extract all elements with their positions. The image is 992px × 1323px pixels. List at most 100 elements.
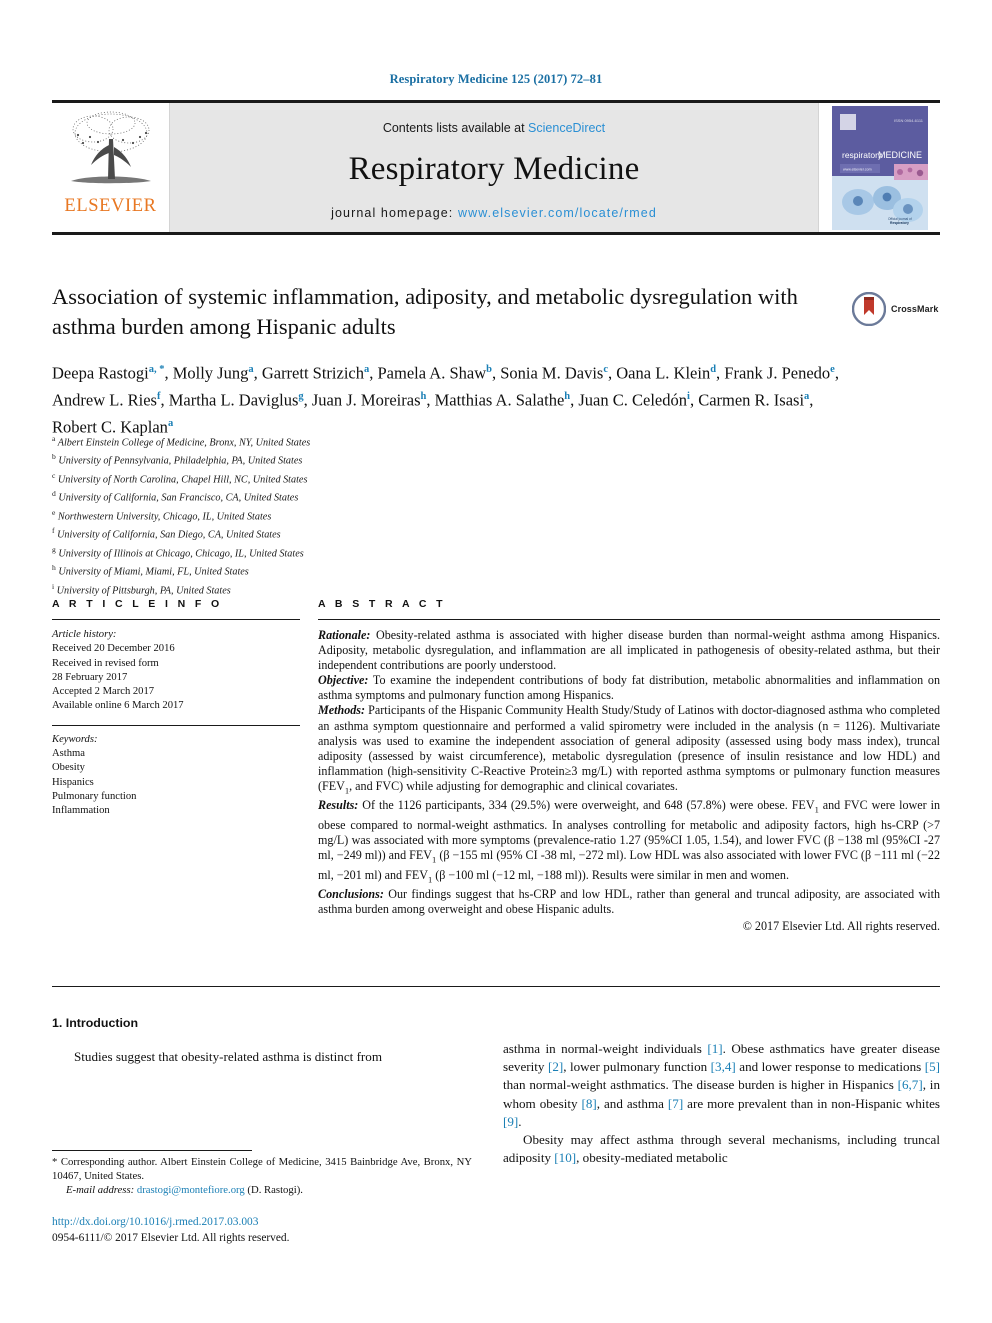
citation-ref[interactable]: [3,4] [711, 1059, 736, 1074]
masthead-center: Contents lists available at ScienceDirec… [170, 103, 818, 232]
affiliation-item: b University of Pennsylvania, Philadelph… [52, 452, 303, 467]
affiliation-item: c University of North Carolina, Chapel H… [52, 470, 308, 486]
affiliation-marker: f [52, 526, 55, 536]
author-affiliation-marker: a [248, 364, 254, 375]
citation-ref[interactable]: [2] [548, 1059, 563, 1074]
keyword-item: Obesity [52, 762, 85, 774]
keywords-rule [52, 724, 300, 726]
author-name: Juan C. Celedón [578, 390, 688, 410]
contents-prefix: Contents lists available at [382, 121, 529, 135]
abstract-column: A B S T R A C T Rationale: Obesity-relat… [318, 598, 940, 934]
affiliation-item: d University of California, San Francisc… [52, 489, 299, 504]
citation-ref[interactable]: [6,7] [898, 1077, 923, 1092]
issn-copyright-line: 0954-6111/© 2017 Elsevier Ltd. All right… [52, 1232, 290, 1244]
journal-cover-image: ISSN 0954-6111 respiratory MEDICINE www.… [831, 105, 928, 230]
author-affiliation-marker: b [486, 364, 492, 375]
author-name: Deepa Rastogi [52, 363, 149, 383]
affiliation-item: i University of Pittsburgh, PA, United S… [52, 581, 231, 597]
crossmark-label: CrossMark [891, 304, 939, 314]
author-affiliation-marker: a, * [148, 364, 165, 375]
author-affiliation-marker: e [830, 364, 835, 375]
citation-ref[interactable]: [5] [925, 1059, 940, 1074]
abstract-section: Conclusions: Our findings suggest that h… [318, 887, 940, 917]
elsevier-logo: ELSEVIER [52, 103, 170, 232]
citation-ref[interactable]: [9] [503, 1114, 518, 1129]
article-history-item: 28 February 2017 [52, 671, 128, 683]
abstract-section-label: Results: [318, 798, 359, 813]
author-affiliation-marker: c [603, 364, 609, 375]
affiliation-item: g University of Illinois at Chicago, Chi… [52, 544, 304, 560]
citation-ref[interactable]: [8] [581, 1096, 596, 1111]
author-name: Pamela A. Shaw [377, 363, 487, 383]
keyword-item: Asthma [52, 748, 85, 760]
abstract-section: Results: Of the 1126 participants, 334 (… [318, 798, 940, 887]
abstract-section-label: Methods: [318, 703, 366, 718]
affiliation-list: a Albert Einstein College of Medicine, B… [52, 432, 652, 598]
body-column-right: asthma in normal-weight individuals [1].… [503, 1040, 940, 1167]
doi-link[interactable]: http://dx.doi.org/10.1016/j.rmed.2017.03… [52, 1214, 492, 1230]
author-name: Garrett Strizich [261, 363, 364, 383]
author-affiliation-marker: h [564, 391, 571, 402]
citation-ref[interactable]: [7] [668, 1096, 683, 1111]
svg-text:respiratory: respiratory [842, 150, 883, 160]
svg-text:Respiratory: Respiratory [890, 221, 909, 225]
homepage-prefix: journal homepage: [331, 206, 458, 220]
article-title: Association of systemic inflammation, ad… [52, 284, 798, 339]
affiliation-item: e Northwestern University, Chicago, IL, … [52, 507, 272, 523]
affiliation-item: h University of Miami, Miami, FL, United… [52, 563, 249, 578]
email-note: E-mail address: drastogi@montefiore.org … [52, 1183, 472, 1197]
article-history-item: Received in revised form [52, 657, 159, 669]
affiliation-marker: h [52, 563, 56, 573]
email-link[interactable]: drastogi@montefiore.org [137, 1184, 245, 1196]
affiliation-marker: c [52, 470, 56, 480]
article-history-block: Article history: Received 20 December 20… [52, 628, 300, 714]
affiliation-item: f University of California, San Diego, C… [52, 526, 281, 541]
journal-cover-thumbnail-container: ISSN 0954-6111 respiratory MEDICINE www.… [818, 103, 940, 232]
keyword-item: Pulmonary function [52, 790, 137, 802]
affiliation-marker: a [52, 434, 56, 443]
running-head: Respiratory Medicine 125 (2017) 72–81 [389, 72, 603, 86]
abstract-section: Objective: To examine the independent co… [318, 673, 940, 703]
author-affiliation-marker: g [298, 391, 304, 402]
affiliation-item: a Albert Einstein College of Medicine, B… [52, 434, 311, 449]
article-title-block: Association of systemic inflammation, ad… [52, 282, 852, 342]
homepage-url-link[interactable]: www.elsevier.com/locate/rmed [458, 206, 657, 220]
affiliation-marker: e [52, 507, 56, 517]
contents-available-line: Contents lists available at ScienceDirec… [383, 121, 605, 135]
author-name: Matthias A. Salathe [434, 390, 565, 410]
journal-masthead: ELSEVIER Contents lists available at Sci… [52, 100, 940, 235]
author-affiliation-marker: a [167, 418, 174, 429]
author-list: Deepa Rastogia, *, Molly Junga, Garrett … [52, 363, 839, 437]
info-abstract-region: A R T I C L E I N F O Article history: R… [52, 598, 940, 934]
email-label: E-mail address: [66, 1184, 135, 1197]
citation-ref[interactable]: [10] [554, 1150, 576, 1165]
affiliation-marker: d [52, 489, 56, 499]
author-name: Carmen R. Isasi [698, 390, 805, 410]
footnote-block: * Corresponding author. Albert Einstein … [52, 1155, 472, 1198]
article-history-item: Accepted 2 March 2017 [52, 686, 155, 698]
abstract-section-text: Of the 1126 participants, 334 (29.5%) we… [318, 798, 941, 885]
intro-paragraph-right-1: asthma in normal-weight individuals [1].… [503, 1041, 940, 1129]
abstract-body: Rationale: Obesity-related asthma is ass… [318, 628, 940, 917]
article-history-item: Received 20 December 2016 [52, 643, 175, 655]
author-name: Sonia M. Davis [500, 363, 604, 383]
citation-ref[interactable]: [1] [707, 1041, 722, 1056]
affiliation-marker: g [52, 544, 56, 554]
keyword-items: Asthma Obesity Hispanics Pulmonary function… [52, 747, 300, 818]
sciencedirect-link[interactable]: ScienceDirect [528, 121, 605, 135]
abstract-copyright: © 2017 Elsevier Ltd. All rights reserved… [742, 919, 940, 934]
keywords-block: Keywords: Asthma Obesity Hispanics Pulmonar… [52, 733, 300, 819]
author-name: Oana L. Klein [616, 363, 711, 383]
corresponding-author-note: * Corresponding author. Albert Einstein … [52, 1156, 472, 1183]
abstract-section-text: To examine the independent contributions… [318, 673, 940, 703]
abstract-section-label: Conclusions: [318, 887, 384, 902]
abstract-section: Rationale: Obesity-related asthma is ass… [318, 628, 940, 673]
crossmark-badge[interactable]: CrossMark [852, 286, 940, 332]
author-name: Martha L. Daviglus [168, 390, 299, 410]
svg-text:MEDICINE: MEDICINE [878, 150, 922, 160]
author-affiliation-marker: a [804, 391, 810, 402]
email-owner: (D. Rastogi). [244, 1184, 303, 1197]
article-history-items: Received 20 December 2016 Received in rev… [52, 642, 300, 713]
author-affiliation-marker: h [420, 391, 427, 402]
affiliation-marker: b [52, 452, 56, 462]
